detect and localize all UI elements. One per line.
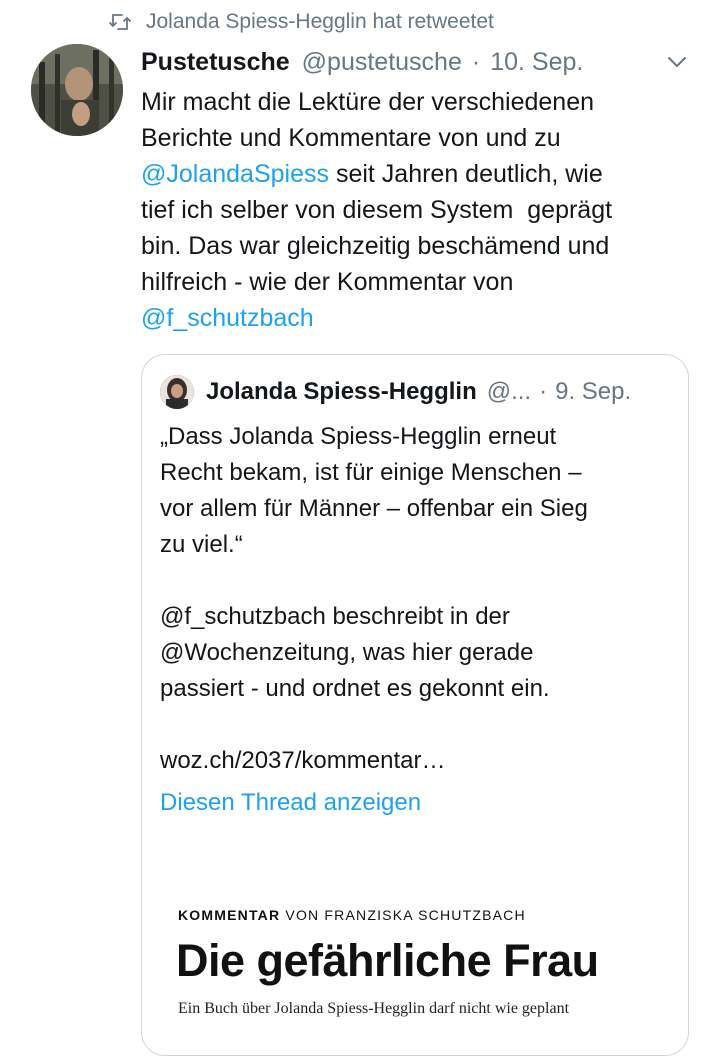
article-lead: Ein Buch über Jolanda Spiess-Hegglin dar…	[178, 1000, 570, 1017]
retweet-context[interactable]: Jolanda Spiess-Hegglin hat retweetet	[108, 8, 494, 36]
article-kicker-label: KOMMENTAR	[178, 907, 281, 923]
quoted-author-handle[interactable]: @...	[487, 378, 531, 406]
tweet-date[interactable]: 10. Sep.	[490, 48, 583, 77]
avatar-image	[31, 44, 123, 136]
retweet-label: Jolanda Spiess-Hegglin hat retweetet	[146, 10, 494, 33]
author-name[interactable]: Pustetusche	[141, 48, 290, 77]
article-kicker-author: VON FRANZISKA SCHUTZBACH	[280, 907, 526, 923]
quoted-text: „Dass Jolanda Spiess-Hegglin erneut Rech…	[160, 423, 588, 774]
quoted-author-name[interactable]: Jolanda Spiess-Hegglin	[206, 378, 477, 406]
mention-link[interactable]: @JolandaSpiess	[141, 160, 329, 188]
article-kicker: KOMMENTAR VON FRANZISKA SCHUTZBACH	[178, 907, 526, 923]
tweet-text: Mir macht die Lektüre der verschiedenen …	[141, 84, 701, 336]
quoted-date[interactable]: 9. Sep.	[555, 378, 631, 406]
separator-dot: ·	[471, 47, 481, 76]
quoted-avatar-image	[160, 375, 194, 409]
tweet-header: Pustetusche @pustetusche · 10. Sep.	[141, 44, 689, 80]
show-thread-link[interactable]: Diesen Thread anzeigen	[160, 789, 421, 817]
quoted-tweet-card[interactable]: Jolanda Spiess-Hegglin @... · 9. Sep. „D…	[141, 354, 689, 1056]
retweet-icon	[109, 14, 131, 30]
author-handle[interactable]: @pustetusche	[302, 48, 462, 77]
separator-dot: ·	[539, 378, 548, 405]
tweet-text-part: Mir macht die Lektüre der verschiedenen …	[141, 88, 595, 152]
chevron-down-icon[interactable]	[665, 50, 689, 74]
mention-link[interactable]: @f_schutzbach	[141, 304, 314, 332]
article-preview-image[interactable]: KOMMENTAR VON FRANZISKA SCHUTZBACH Die g…	[142, 855, 688, 1055]
avatar[interactable]	[31, 44, 123, 136]
quoted-avatar[interactable]	[160, 375, 194, 409]
article-headline: Die gefährliche Frau	[176, 935, 599, 986]
quoted-header: Jolanda Spiess-Hegglin @... · 9. Sep.	[206, 375, 676, 409]
